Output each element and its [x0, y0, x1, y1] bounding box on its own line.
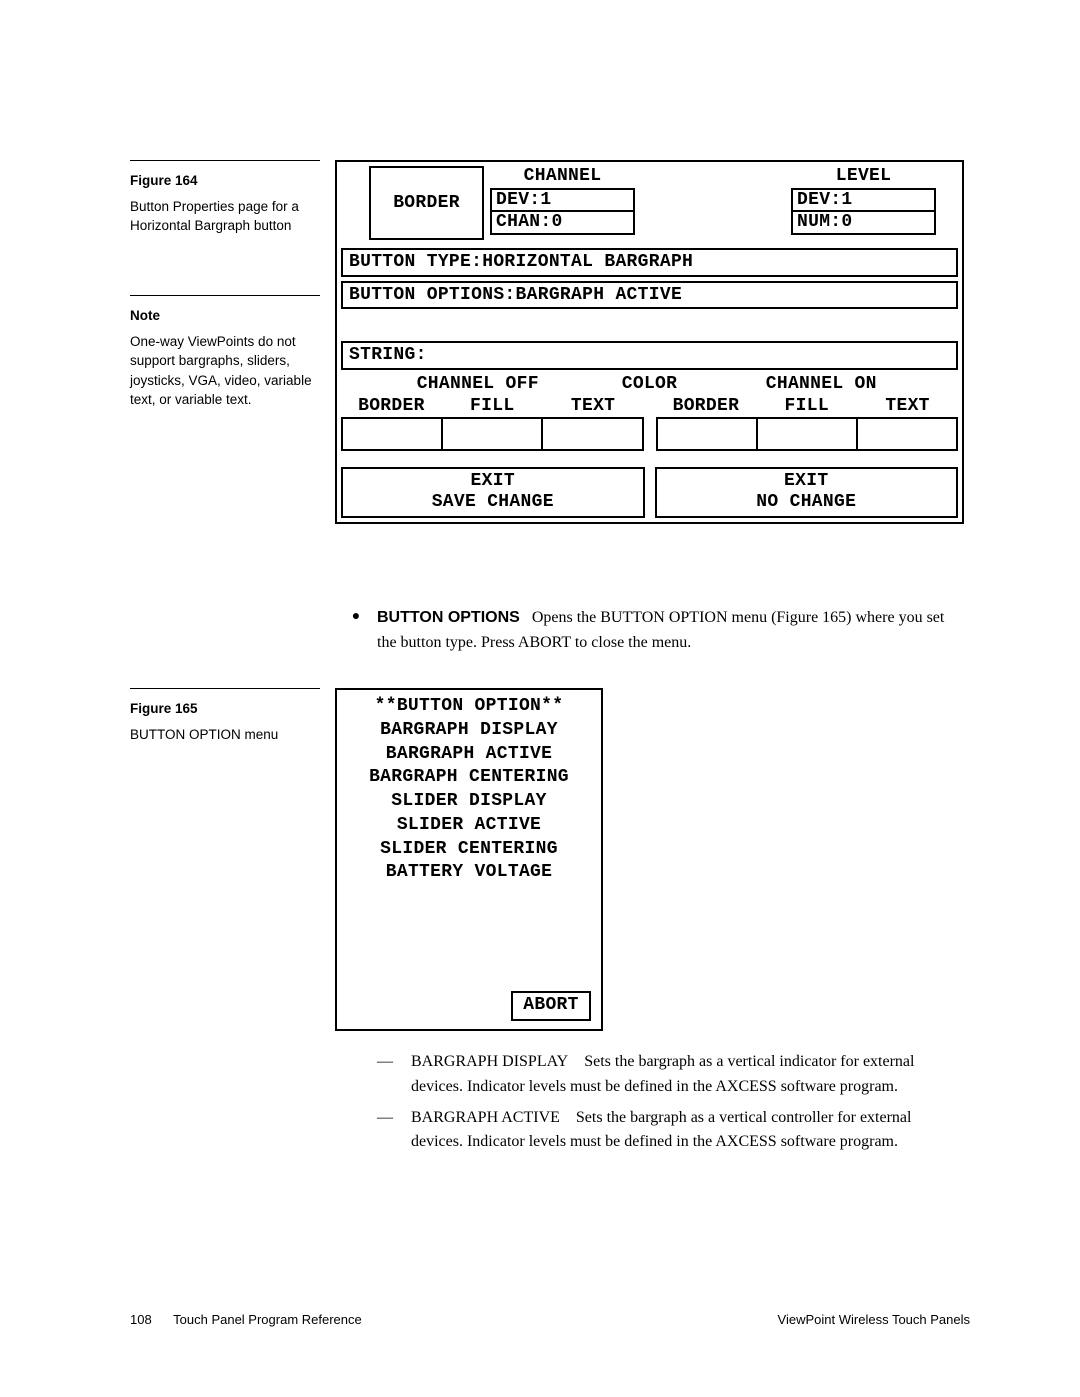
off-border-header: BORDER [341, 396, 442, 417]
figure-caption: Button Properties page for a Horizontal … [130, 197, 320, 236]
dash2-lead: BARGRAPH ACTIVE [411, 1109, 560, 1126]
sidebar-figure-165: Figure 165 BUTTON OPTION menu [130, 688, 320, 744]
channel-group: CHANNEL DEV:1 CHAN:0 [490, 166, 635, 240]
note-text: One-way ViewPoints do not support bargra… [130, 332, 320, 410]
bullet-lead: BUTTON OPTIONS [377, 609, 520, 626]
sidebar-figure-164: Figure 164 Button Properties page for a … [130, 160, 320, 236]
channel-on-label: CHANNEL ON [685, 374, 959, 395]
on-text-header: TEXT [857, 396, 958, 417]
off-border-swatch[interactable] [341, 417, 443, 451]
button-properties-panel: BORDER CHANNEL DEV:1 CHAN:0 LEVEL DEV:1 … [335, 160, 964, 524]
figure-label: Figure 164 [130, 171, 320, 191]
off-fill-swatch[interactable] [443, 417, 543, 451]
menu-item[interactable]: SLIDER ACTIVE [343, 814, 595, 838]
on-fill-header: FILL [756, 396, 857, 417]
dash1-lead: BARGRAPH DISPLAY [411, 1053, 568, 1070]
menu-title: **BUTTON OPTION** [343, 695, 595, 719]
channel-label: CHANNEL [490, 166, 635, 188]
figure-label: Figure 165 [130, 699, 320, 719]
note-label: Note [130, 306, 320, 326]
button-options-row[interactable]: BUTTON OPTIONS:BARGRAPH ACTIVE [341, 281, 958, 310]
level-num[interactable]: NUM:0 [791, 212, 936, 235]
page-footer: 108 Touch Panel Program Reference ViewPo… [130, 1312, 970, 1327]
off-fill-header: FILL [442, 396, 543, 417]
menu-item[interactable]: BARGRAPH DISPLAY [343, 719, 595, 743]
channel-chan[interactable]: CHAN:0 [490, 212, 635, 235]
sidebar-note: Note One-way ViewPoints do not support b… [130, 295, 320, 410]
menu-item[interactable]: SLIDER CENTERING [343, 838, 595, 862]
menu-item[interactable]: BARGRAPH ACTIVE [343, 743, 595, 767]
on-text-swatch[interactable] [858, 417, 958, 451]
string-row[interactable]: STRING: [341, 341, 958, 370]
border-button[interactable]: BORDER [369, 166, 484, 240]
off-text-header: TEXT [543, 396, 644, 417]
footer-right: ViewPoint Wireless Touch Panels [778, 1312, 970, 1327]
channel-dev[interactable]: DEV:1 [490, 188, 635, 213]
off-text-swatch[interactable] [543, 417, 643, 451]
footer-center: Touch Panel Program Reference [173, 1312, 362, 1327]
page-number: 108 [130, 1312, 152, 1327]
on-border-swatch[interactable] [656, 417, 758, 451]
bullet-icon: ● [335, 606, 377, 656]
exit-save-button[interactable]: EXIT SAVE CHANGE [341, 467, 645, 517]
button-options-paragraph: ● BUTTON OPTIONS Opens the BUTTON OPTION… [335, 606, 945, 656]
level-group: LEVEL DEV:1 NUM:0 [791, 166, 936, 240]
figure-caption: BUTTON OPTION menu [130, 725, 320, 745]
channel-off-label: CHANNEL OFF [341, 374, 615, 395]
menu-item[interactable]: SLIDER DISPLAY [343, 790, 595, 814]
menu-item[interactable]: BARGRAPH CENTERING [343, 766, 595, 790]
description-list: — BARGRAPH DISPLAY Sets the bargraph as … [335, 1050, 945, 1155]
button-option-menu: **BUTTON OPTION** BARGRAPH DISPLAY BARGR… [335, 688, 603, 1031]
menu-item[interactable]: BATTERY VOLTAGE [343, 861, 595, 885]
color-label: COLOR [615, 374, 685, 395]
on-border-header: BORDER [656, 396, 757, 417]
level-dev[interactable]: DEV:1 [791, 188, 936, 213]
button-type-row[interactable]: BUTTON TYPE:HORIZONTAL BARGRAPH [341, 248, 958, 277]
dash-icon: — [377, 1050, 411, 1100]
dash-icon: — [377, 1106, 411, 1156]
exit-no-change-button[interactable]: EXIT NO CHANGE [655, 467, 959, 517]
manual-page: Figure 164 Button Properties page for a … [0, 0, 1080, 1397]
abort-button[interactable]: ABORT [511, 991, 591, 1021]
level-label: LEVEL [791, 166, 936, 188]
on-fill-swatch[interactable] [758, 417, 858, 451]
